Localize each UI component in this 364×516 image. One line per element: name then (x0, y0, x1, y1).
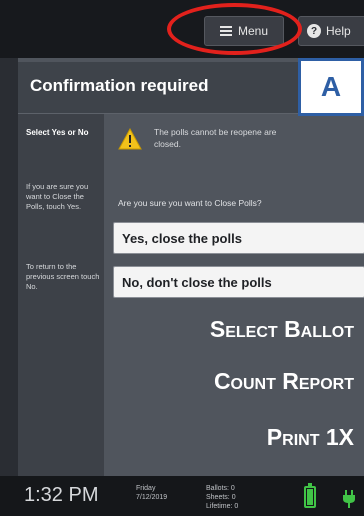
instruction-sidebar (18, 114, 104, 476)
counts-block: Ballots: 0 Sheets: 0 Lifetime: 0 (206, 484, 238, 511)
sheets-label: Sheets: (206, 494, 230, 501)
warning-icon (118, 128, 142, 150)
dialog-title: Confirmation required (30, 76, 209, 95)
ballots-value: 0 (230, 485, 235, 492)
sheets-value: 0 (231, 494, 236, 501)
help-icon: ? (307, 24, 321, 38)
ballots-label: Ballots: (206, 485, 229, 492)
help-button[interactable]: ? Help (298, 16, 364, 46)
step-badge: A (298, 58, 364, 116)
lifetime-label: Lifetime: (206, 503, 233, 510)
power-plug-icon (343, 490, 355, 508)
yes-close-polls-button[interactable]: Yes, close the polls (113, 222, 364, 254)
warning-message: The polls cannot be reopene are closed. (154, 127, 277, 149)
day-label: Friday (136, 485, 156, 492)
date-block: Friday 7/12/2019 (136, 484, 167, 502)
lifetime-value: 0 (234, 503, 239, 510)
battery-icon (304, 483, 316, 508)
confirm-question: Are you sure you want to Close Polls? (118, 198, 262, 208)
sidebar-instruction-no: To return to the previous screen touch N… (26, 262, 100, 291)
date-label: 7/12/2019 (136, 494, 168, 501)
clock-time: 1:32 PM (24, 484, 99, 506)
overlay-line-2: Count Report (213, 368, 354, 394)
overlay-line-1: Select Ballot (209, 316, 354, 342)
sidebar-instruction-yes: If you are sure you want to Close the Po… (26, 182, 89, 211)
menu-highlight-ellipse (167, 3, 302, 55)
sidebar-heading: Select Yes or No (26, 128, 89, 137)
help-label: Help (326, 24, 351, 38)
no-dont-close-polls-button[interactable]: No, don't close the polls (113, 266, 364, 298)
overlay-line-3: Print 1X (266, 424, 354, 450)
